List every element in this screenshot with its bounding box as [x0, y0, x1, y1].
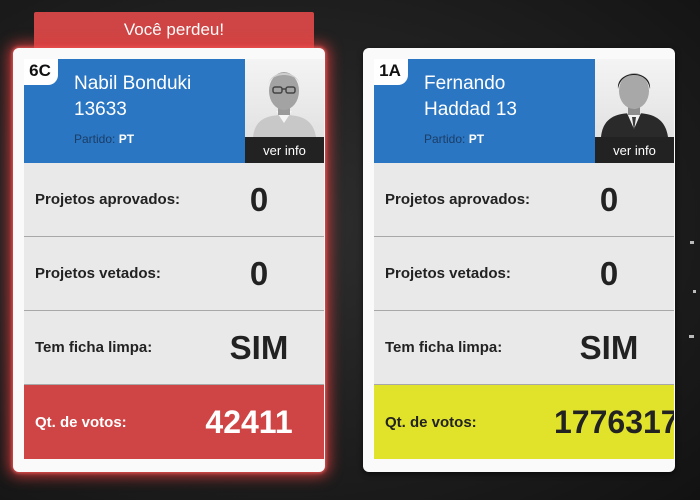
candidate-number-badge: 6C [24, 59, 58, 85]
candidate-header: Nabil Bonduki 13633 Partido: PT ver info [24, 59, 324, 163]
ver-info-button[interactable]: ver info [595, 137, 674, 163]
background-speck [689, 335, 694, 338]
candidate-photo [595, 59, 674, 137]
card-content: Fernando Haddad 13 Partido: PT ver info … [374, 59, 674, 459]
party-info: Partido: PT [74, 132, 134, 146]
party-label: Partido: [74, 132, 116, 146]
result-banner: Você perdeu! [34, 12, 314, 48]
background-speck [693, 290, 696, 293]
party-name: PT [468, 132, 485, 146]
candidate-photo [245, 59, 324, 137]
stat-value: SIM [579, 328, 639, 366]
stat-row-approved: Projetos aprovados: 0 [374, 163, 674, 237]
stat-value: 0 [599, 254, 619, 292]
stat-row-vetoed: Projetos vetados: 0 [24, 237, 324, 311]
party-name: PT [118, 132, 135, 146]
ver-info-button[interactable]: ver info [245, 137, 324, 163]
stat-value: 0 [599, 180, 619, 218]
stat-label: Projetos vetados: [385, 265, 511, 282]
votes-value: 1776317 [554, 403, 674, 440]
votes-row: Qt. de votos: 1776317 [374, 385, 674, 459]
stat-value: 0 [249, 254, 269, 292]
stat-row-vetoed: Projetos vetados: 0 [374, 237, 674, 311]
candidate-number-badge: 1A [374, 59, 408, 85]
candidate-card-left: Nabil Bonduki 13633 Partido: PT ver info… [13, 48, 325, 472]
party-label: Partido: [424, 132, 466, 146]
votes-label: Qt. de votos: [35, 413, 127, 431]
person-portrait-icon [253, 72, 316, 137]
stat-row-ficha-limpa: Tem ficha limpa: SIM [24, 311, 324, 385]
stat-label: Tem ficha limpa: [35, 339, 153, 356]
person-portrait-icon [601, 73, 668, 137]
candidate-name-line2: 13633 [74, 99, 127, 120]
votes-label: Qt. de votos: [385, 413, 477, 431]
stat-row-ficha-limpa: Tem ficha limpa: SIM [374, 311, 674, 385]
background-speck [690, 241, 694, 244]
party-info: Partido: PT [424, 132, 484, 146]
card-content: Nabil Bonduki 13633 Partido: PT ver info… [24, 59, 324, 459]
stat-value: SIM [229, 328, 289, 366]
stat-label: Projetos vetados: [35, 265, 161, 282]
votes-value: 42411 [205, 403, 293, 440]
candidate-name-line2: Haddad 13 [424, 99, 517, 120]
stat-label: Projetos aprovados: [35, 191, 181, 208]
candidate-name: Nabil Bonduki 13633 [74, 71, 244, 123]
candidate-card-right: Fernando Haddad 13 Partido: PT ver info … [363, 48, 675, 472]
votes-row: Qt. de votos: 42411 [24, 385, 324, 459]
candidate-name: Fernando Haddad 13 [424, 71, 594, 123]
stat-value: 0 [249, 180, 269, 218]
candidate-name-line1: Fernando [424, 73, 506, 94]
candidate-header: Fernando Haddad 13 Partido: PT ver info [374, 59, 674, 163]
stat-row-approved: Projetos aprovados: 0 [24, 163, 324, 237]
stat-label: Projetos aprovados: [385, 191, 531, 208]
candidate-name-line1: Nabil Bonduki [74, 73, 192, 94]
stat-label: Tem ficha limpa: [385, 339, 503, 356]
